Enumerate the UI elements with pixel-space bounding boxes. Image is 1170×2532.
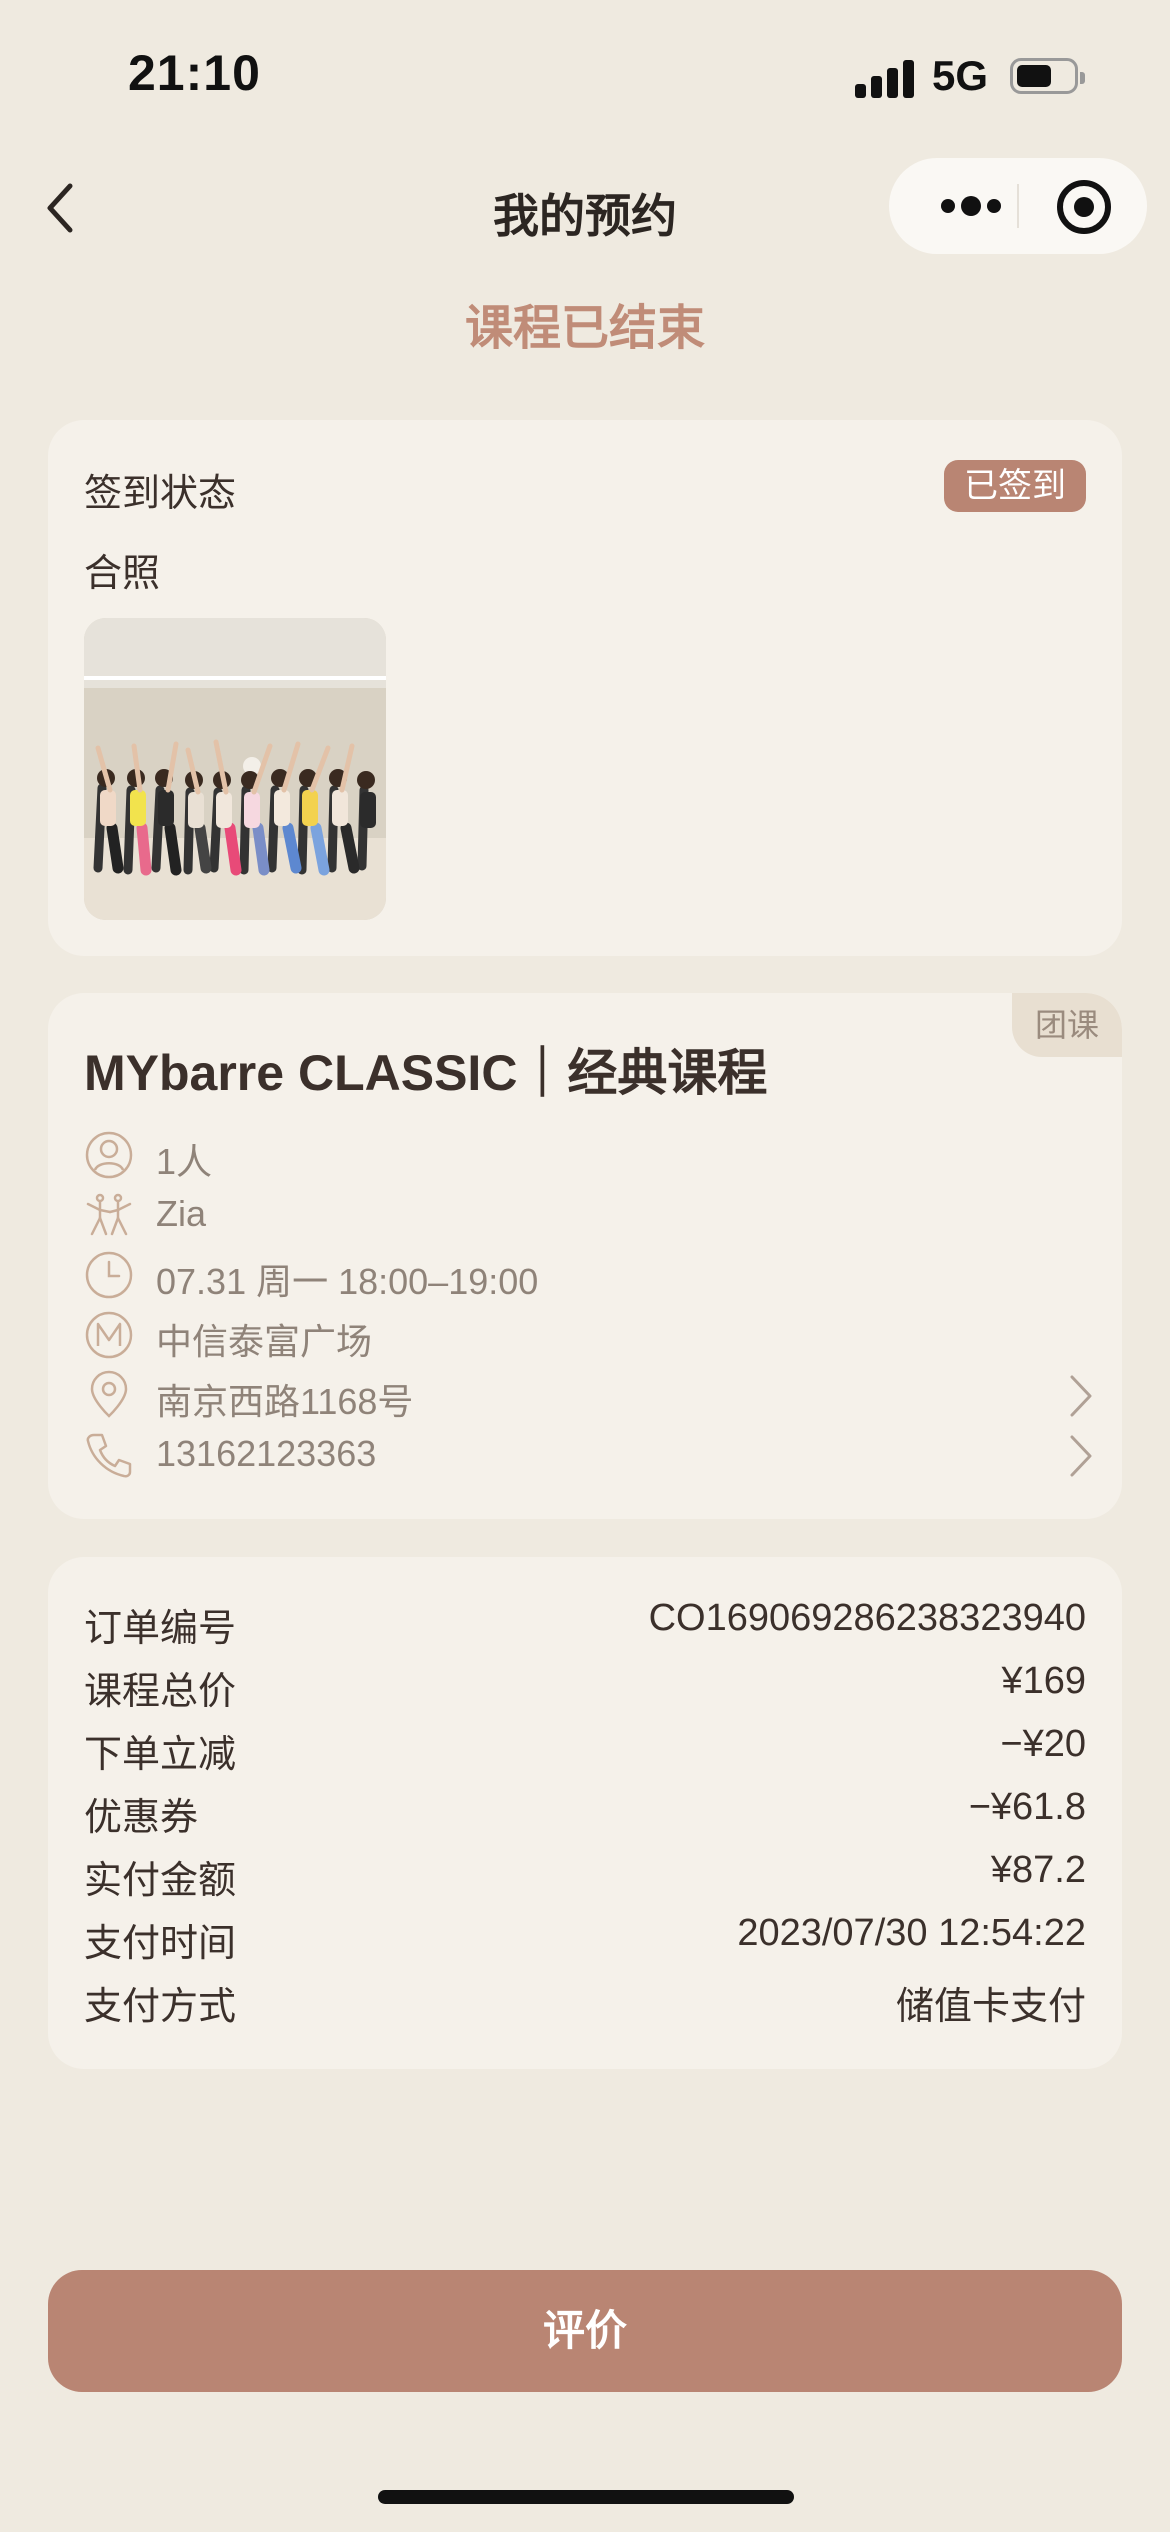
status-badge: 已签到 — [944, 460, 1086, 512]
address-row[interactable]: 南京西路1168号 — [84, 1367, 1094, 1423]
order-row-discount: 下单立减 −¥20 — [84, 1723, 1086, 1779]
home-indicator[interactable] — [378, 2490, 794, 2504]
status-time: 21:10 — [128, 45, 261, 101]
capsule-divider — [1017, 184, 1019, 228]
order-value: ¥87.2 — [990, 1849, 1086, 1891]
order-value: −¥20 — [1000, 1723, 1086, 1765]
order-key: 订单编号 — [84, 1608, 237, 1650]
review-button[interactable]: 评价 — [48, 2270, 1122, 2392]
mini-program-capsule — [889, 158, 1147, 254]
studio-phone: 13162123363 — [156, 1433, 377, 1474]
order-value: 2023/07/30 12:54:22 — [737, 1912, 1086, 1954]
more-dots-icon — [941, 196, 1001, 216]
order-value: 储值卡支付 — [895, 1986, 1086, 2028]
order-key: 实付金额 — [84, 1860, 237, 1902]
coach-name: Zia — [156, 1193, 207, 1234]
order-key: 支付方式 — [84, 1986, 237, 2028]
coach-row: Zia — [84, 1187, 1094, 1243]
phone-icon — [86, 1433, 132, 1478]
studio-address: 南京西路1168号 — [156, 1381, 414, 1422]
group-photo-label: 合照 — [84, 553, 161, 595]
user-icon — [85, 1131, 133, 1179]
studio-row: 中信泰富广场 — [84, 1307, 1094, 1363]
order-value: −¥61.8 — [968, 1786, 1086, 1828]
order-value: CO169069286238323940 — [648, 1597, 1086, 1639]
clock-icon — [85, 1251, 133, 1299]
order-key: 优惠券 — [84, 1797, 199, 1839]
class-datetime: 07.31 周一 18:00–19:00 — [156, 1261, 539, 1302]
order-row-paid: 实付金额 ¥87.2 — [84, 1849, 1086, 1905]
group-photo[interactable] — [84, 618, 386, 920]
order-key: 支付时间 — [84, 1923, 237, 1965]
course-info-card: 团课 MYbarre CLASSIC｜经典课程 1人 Zia 07.31 周一 … — [48, 993, 1122, 1519]
order-row-coupon: 优惠券 −¥61.8 — [84, 1786, 1086, 1842]
course-type-tag: 团课 — [1012, 993, 1122, 1057]
people-row: 1人 — [84, 1127, 1094, 1183]
chevron-right-icon — [1070, 1435, 1092, 1477]
studio-name: 中信泰富广场 — [156, 1321, 373, 1362]
chevron-right-icon — [1070, 1375, 1092, 1417]
location-pin-icon — [90, 1370, 128, 1418]
close-mini-program-button[interactable] — [1049, 172, 1119, 242]
checkin-card: 签到状态 已签到 合照 — [48, 420, 1122, 956]
order-key: 下单立减 — [84, 1734, 237, 1776]
checkin-status-label: 签到状态 — [84, 473, 237, 515]
network-type: 5G — [932, 52, 989, 99]
signal-icon — [855, 60, 915, 98]
more-button[interactable] — [924, 158, 1014, 254]
nav-bar: 我的预约 — [0, 150, 1170, 265]
order-value: ¥169 — [1001, 1660, 1086, 1702]
order-row-pay-time: 支付时间 2023/07/30 12:54:22 — [84, 1912, 1086, 1968]
order-key: 课程总价 — [84, 1671, 237, 1713]
phone-row[interactable]: 13162123363 — [84, 1427, 1094, 1483]
battery-icon — [1010, 58, 1085, 94]
studio-logo-icon — [85, 1311, 133, 1359]
course-title: MYbarre CLASSIC｜经典课程 — [84, 1045, 768, 1101]
order-row-pay-method: 支付方式 储值卡支付 — [84, 1975, 1086, 2031]
target-icon — [1057, 180, 1111, 234]
order-row-number: 订单编号 CO169069286238323940 — [84, 1597, 1086, 1653]
order-details-card: 订单编号 CO169069286238323940 课程总价 ¥169 下单立减… — [48, 1557, 1122, 2069]
dancer-icon — [86, 1193, 132, 1236]
course-status: 课程已结束 — [464, 302, 705, 355]
datetime-row: 07.31 周一 18:00–19:00 — [84, 1247, 1094, 1303]
order-row-total: 课程总价 ¥169 — [84, 1660, 1086, 1716]
people-count: 1人 — [156, 1141, 213, 1182]
status-bar: 21:10 5G — [0, 0, 1170, 150]
